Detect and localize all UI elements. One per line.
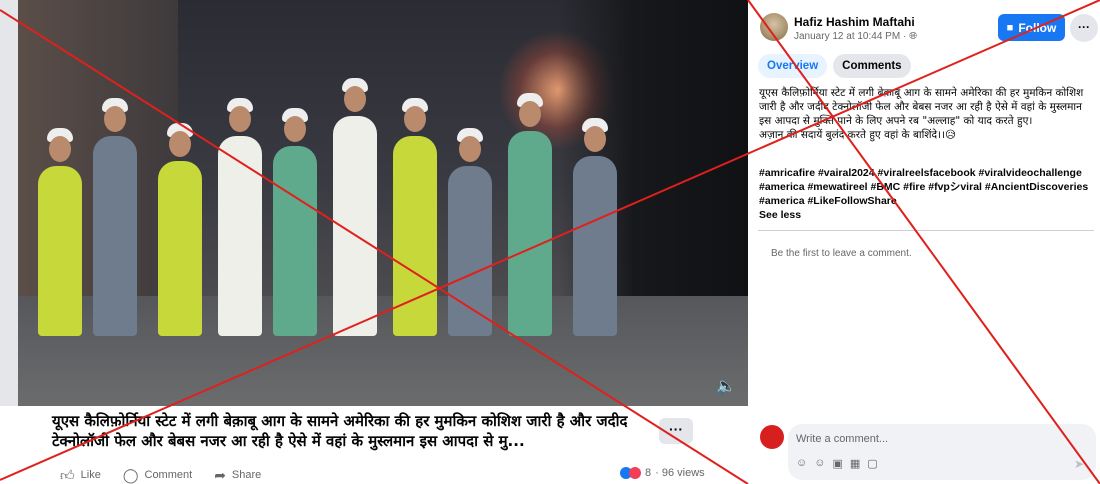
timestamp-text: January 12 at 10:44 PM · xyxy=(794,31,907,42)
love-reaction-icon xyxy=(629,467,641,479)
user-avatar xyxy=(760,425,784,449)
camera-icon[interactable]: ▣ xyxy=(832,457,842,470)
share-label: Share xyxy=(231,469,262,481)
tab-overview[interactable]: Overview xyxy=(758,54,828,78)
post-timestamp: January 12 at 10:44 PM · 🌐︎ xyxy=(794,31,917,42)
share-button[interactable]: ➦ Share xyxy=(214,467,261,484)
comment-input[interactable]: Write a comment... ☺ ☺ ▣ ▦ ▢ ➤ xyxy=(788,424,1096,480)
post-text-line: यूएस कैलिफ़ोर्निया स्टेट में लगी बेक़ाबू… xyxy=(759,87,1084,127)
comment-tools: ☺ ☺ ▣ ▦ ▢ xyxy=(796,457,885,470)
post-tabs: Overview Comments xyxy=(758,54,917,78)
comment-placeholder: Write a comment... xyxy=(796,433,889,445)
post-hashtags[interactable]: #amricafire #vairal2024 #viralreelsfaceb… xyxy=(759,166,1097,208)
tab-comments[interactable]: Comments xyxy=(833,54,911,78)
video-person xyxy=(333,78,377,336)
reaction-count: 8 xyxy=(645,467,652,479)
comment-bubble-icon: ◯ xyxy=(122,466,139,483)
post-text: यूएस कैलिफ़ोर्निया स्टेट में लगी बेक़ाबू… xyxy=(759,86,1095,142)
view-count: · 96 views xyxy=(655,467,705,479)
comment-button[interactable]: ◯ Comment xyxy=(123,467,192,484)
globe-icon: 🌐︎ xyxy=(909,31,918,42)
video-person xyxy=(38,128,82,336)
author-name[interactable]: Hafiz Hashim Maftahi xyxy=(794,15,915,29)
share-arrow-icon: ➦ xyxy=(214,466,226,483)
gif-icon[interactable]: ▦ xyxy=(850,457,860,470)
video-person xyxy=(573,118,617,336)
video-section: 🔈 यूएस कैलिफ़ोर्निया स्टेट में लगी बेक़ा… xyxy=(0,0,748,484)
follow-button[interactable]: ■ Follow xyxy=(998,14,1065,41)
like-button[interactable]: 👍︎ Like xyxy=(60,467,101,484)
post-text-line: अज़ान की सदायें बुलंद करते हुए वहां के ब… xyxy=(759,129,956,141)
speaker-icon[interactable]: 🔈 xyxy=(716,376,736,396)
send-icon[interactable]: ➤ xyxy=(1074,457,1084,471)
left-gutter xyxy=(0,0,18,406)
emoji-icon[interactable]: ☺ xyxy=(814,457,825,470)
video-person xyxy=(273,108,317,336)
video-player[interactable]: 🔈 xyxy=(18,0,748,406)
see-less-link[interactable]: See less xyxy=(759,209,801,221)
avatar-sticker-icon[interactable]: ☺ xyxy=(796,457,807,470)
post-more-button[interactable]: ··· xyxy=(1070,14,1098,42)
comment-label: Comment xyxy=(144,469,193,481)
like-label: Like xyxy=(80,469,101,481)
post-panel: Hafiz Hashim Maftahi January 12 at 10:44… xyxy=(748,0,1100,484)
sticker-icon[interactable]: ▢ xyxy=(867,457,877,470)
thumbs-up-icon: 👍︎ xyxy=(60,466,75,483)
follow-icon: ■ xyxy=(1006,21,1014,34)
video-person xyxy=(393,98,437,336)
video-person xyxy=(508,93,552,336)
video-person xyxy=(158,123,202,336)
video-person xyxy=(93,98,137,336)
empty-comments-text: Be the first to leave a comment. xyxy=(771,248,912,259)
divider xyxy=(758,230,1094,231)
reactions-summary[interactable]: 8 · 96 views xyxy=(620,467,705,479)
action-bar: 👍︎ Like ◯ Comment ➦ Share xyxy=(60,466,283,484)
video-more-button[interactable]: ··· xyxy=(659,418,693,444)
video-person xyxy=(448,128,492,336)
author-avatar[interactable] xyxy=(760,13,788,41)
follow-label: Follow xyxy=(1018,20,1057,35)
video-caption: यूएस कैलिफ़ोर्निया स्टेट में लगी बेक़ाबू… xyxy=(52,412,628,450)
video-person xyxy=(218,98,262,336)
